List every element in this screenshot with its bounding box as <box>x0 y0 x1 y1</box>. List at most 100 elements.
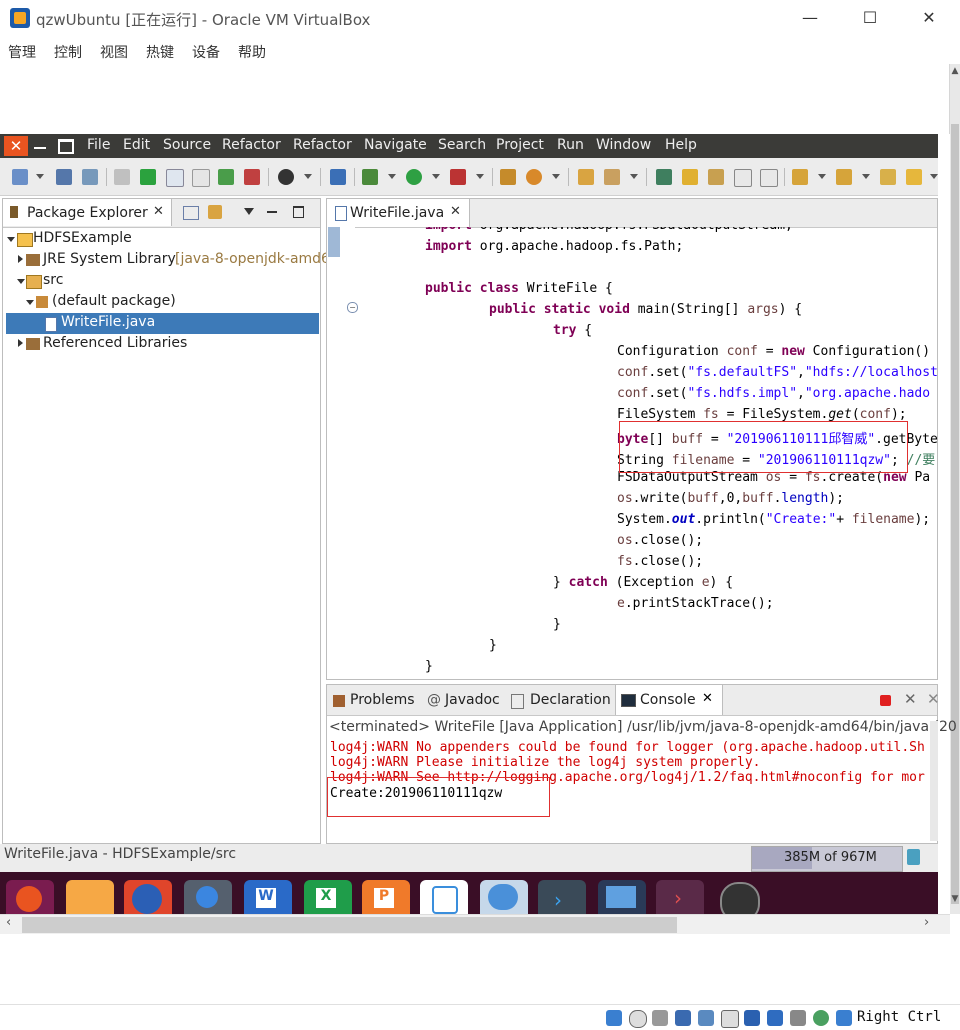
menu-source[interactable]: Source <box>163 137 211 153</box>
menu-navigate[interactable]: Navigate <box>364 137 427 153</box>
remove-launch-icon[interactable]: ✕ <box>904 690 917 708</box>
chevron-down-icon[interactable] <box>862 174 870 179</box>
terminal-icon[interactable]: › <box>656 880 704 914</box>
paragraph-icon[interactable] <box>760 169 778 187</box>
menu-manage[interactable]: 管理 <box>8 42 36 62</box>
display-icon[interactable] <box>744 1010 760 1026</box>
task-icon[interactable] <box>166 169 184 187</box>
menu-help-eclipse[interactable]: Help <box>665 137 697 153</box>
chevron-down-icon[interactable] <box>930 174 938 179</box>
guest-additions-icon[interactable] <box>813 1010 829 1026</box>
user-icon[interactable] <box>278 169 294 185</box>
menu-refactor-2[interactable]: Refactor <box>293 137 352 153</box>
java-editor[interactable]: WriteFile.java ✕ − import org.apache.had… <box>326 198 938 680</box>
chevron-down-icon[interactable] <box>36 174 44 179</box>
prev-annotation-icon[interactable] <box>836 169 852 185</box>
menu-control[interactable]: 控制 <box>54 42 82 62</box>
scrollbar-thumb[interactable] <box>22 917 677 933</box>
maximize-icon[interactable]: ☐ <box>855 8 885 27</box>
new-icon[interactable] <box>12 169 28 185</box>
search-icon[interactable] <box>604 169 620 185</box>
audio-icon[interactable] <box>652 1010 668 1026</box>
outline-icon[interactable] <box>140 169 156 185</box>
close-tab-icon[interactable]: ✕ <box>153 204 164 219</box>
excel-icon[interactable]: X <box>304 880 352 914</box>
code-area[interactable]: import org.apache.hadoop.fs.FSDataOutput… <box>355 227 937 679</box>
menu-refactor[interactable]: Refactor <box>222 137 281 153</box>
pin-icon[interactable] <box>330 169 346 185</box>
console-scrollbar[interactable] <box>930 721 938 841</box>
link-editor-icon[interactable] <box>208 205 222 219</box>
highlight-icon[interactable] <box>682 169 698 185</box>
vertical-scrollbar[interactable]: ▲ ▼ <box>950 64 960 914</box>
last-edit-icon[interactable] <box>880 169 896 185</box>
chevron-down-icon[interactable] <box>630 174 638 179</box>
open-type-icon[interactable] <box>578 169 594 185</box>
tab-console-active[interactable]: Console ✕ <box>615 685 723 715</box>
collapse-arrow-icon[interactable] <box>18 255 23 263</box>
shared-folders-icon[interactable] <box>721 1010 739 1028</box>
tab-writefile-java[interactable]: WriteFile.java ✕ <box>327 199 470 227</box>
stop-server-icon[interactable] <box>244 169 260 185</box>
menu-edit[interactable]: Edit <box>123 137 150 153</box>
disc-icon[interactable] <box>716 880 764 914</box>
word-icon[interactable]: W <box>244 880 292 914</box>
recording-icon[interactable] <box>767 1010 783 1026</box>
close-icon[interactable]: ✕ <box>914 8 944 27</box>
eclipse-minimize-icon[interactable] <box>34 147 46 149</box>
browser-icon[interactable] <box>184 880 232 914</box>
toggle-icon[interactable] <box>114 169 130 185</box>
chevron-down-icon[interactable] <box>818 174 826 179</box>
debug-icon[interactable] <box>362 169 378 185</box>
eclipse-close-icon[interactable]: ✕ <box>4 136 28 156</box>
menu-window[interactable]: Window <box>596 137 651 153</box>
usb-icon[interactable] <box>698 1010 714 1026</box>
menu-run[interactable]: Run <box>557 137 584 153</box>
powerpoint-icon[interactable]: P <box>362 880 410 914</box>
doc-icon[interactable] <box>192 169 210 187</box>
package-icon[interactable] <box>500 169 516 185</box>
save-icon[interactable] <box>56 169 72 185</box>
close-tab-icon[interactable]: ✕ <box>702 691 713 706</box>
terminate-icon[interactable] <box>880 695 891 706</box>
expand-arrow-icon[interactable] <box>17 279 25 284</box>
chevron-down-icon[interactable] <box>432 174 440 179</box>
expand-arrow-icon[interactable] <box>26 300 34 305</box>
annotation-icon[interactable] <box>656 169 672 185</box>
minimize-icon[interactable]: — <box>795 8 825 27</box>
tab-package-explorer[interactable]: Package Explorer ✕ <box>3 199 172 226</box>
save-all-icon[interactable] <box>82 169 98 185</box>
mouse-integration-icon[interactable] <box>836 1010 852 1026</box>
menu-search[interactable]: Search <box>438 137 486 153</box>
heap-status[interactable]: 385M of 967M <box>751 846 903 872</box>
optical-drive-icon[interactable] <box>629 1010 647 1028</box>
menu-hotkey[interactable]: 热键 <box>146 42 174 62</box>
tab-javadoc[interactable]: Javadoc <box>445 692 500 708</box>
trash-icon[interactable] <box>907 849 920 865</box>
tab-problems[interactable]: Problems <box>350 692 415 708</box>
server-icon[interactable] <box>218 169 234 185</box>
remove-all-icon[interactable]: ✕ <box>927 690 940 708</box>
view-menu-icon[interactable] <box>244 208 254 215</box>
chevron-down-icon[interactable] <box>304 174 312 179</box>
next-annotation-icon[interactable] <box>792 169 808 185</box>
files-icon[interactable] <box>66 880 114 914</box>
menu-project[interactable]: Project <box>496 137 544 153</box>
tab-declaration[interactable]: Declaration <box>530 692 611 708</box>
chevron-down-icon[interactable] <box>552 174 560 179</box>
menu-help[interactable]: 帮助 <box>238 42 266 62</box>
refresh-icon[interactable] <box>526 169 542 185</box>
vscode-icon[interactable]: › <box>538 880 586 914</box>
firefox-icon[interactable] <box>124 880 172 914</box>
menu-file[interactable]: File <box>87 137 110 153</box>
expand-arrow-icon[interactable] <box>7 237 15 242</box>
run-icon[interactable] <box>406 169 422 185</box>
tree-item-writefile-java[interactable]: WriteFile.java <box>6 313 319 334</box>
collapse-arrow-icon[interactable] <box>18 339 23 347</box>
close-tab-icon[interactable]: ✕ <box>450 204 461 219</box>
maximize-view-icon[interactable] <box>293 206 304 218</box>
minimize-view-icon[interactable] <box>267 211 277 213</box>
menu-devices[interactable]: 设备 <box>192 42 220 62</box>
cpu-icon[interactable] <box>790 1010 806 1026</box>
back-icon[interactable] <box>906 169 922 185</box>
